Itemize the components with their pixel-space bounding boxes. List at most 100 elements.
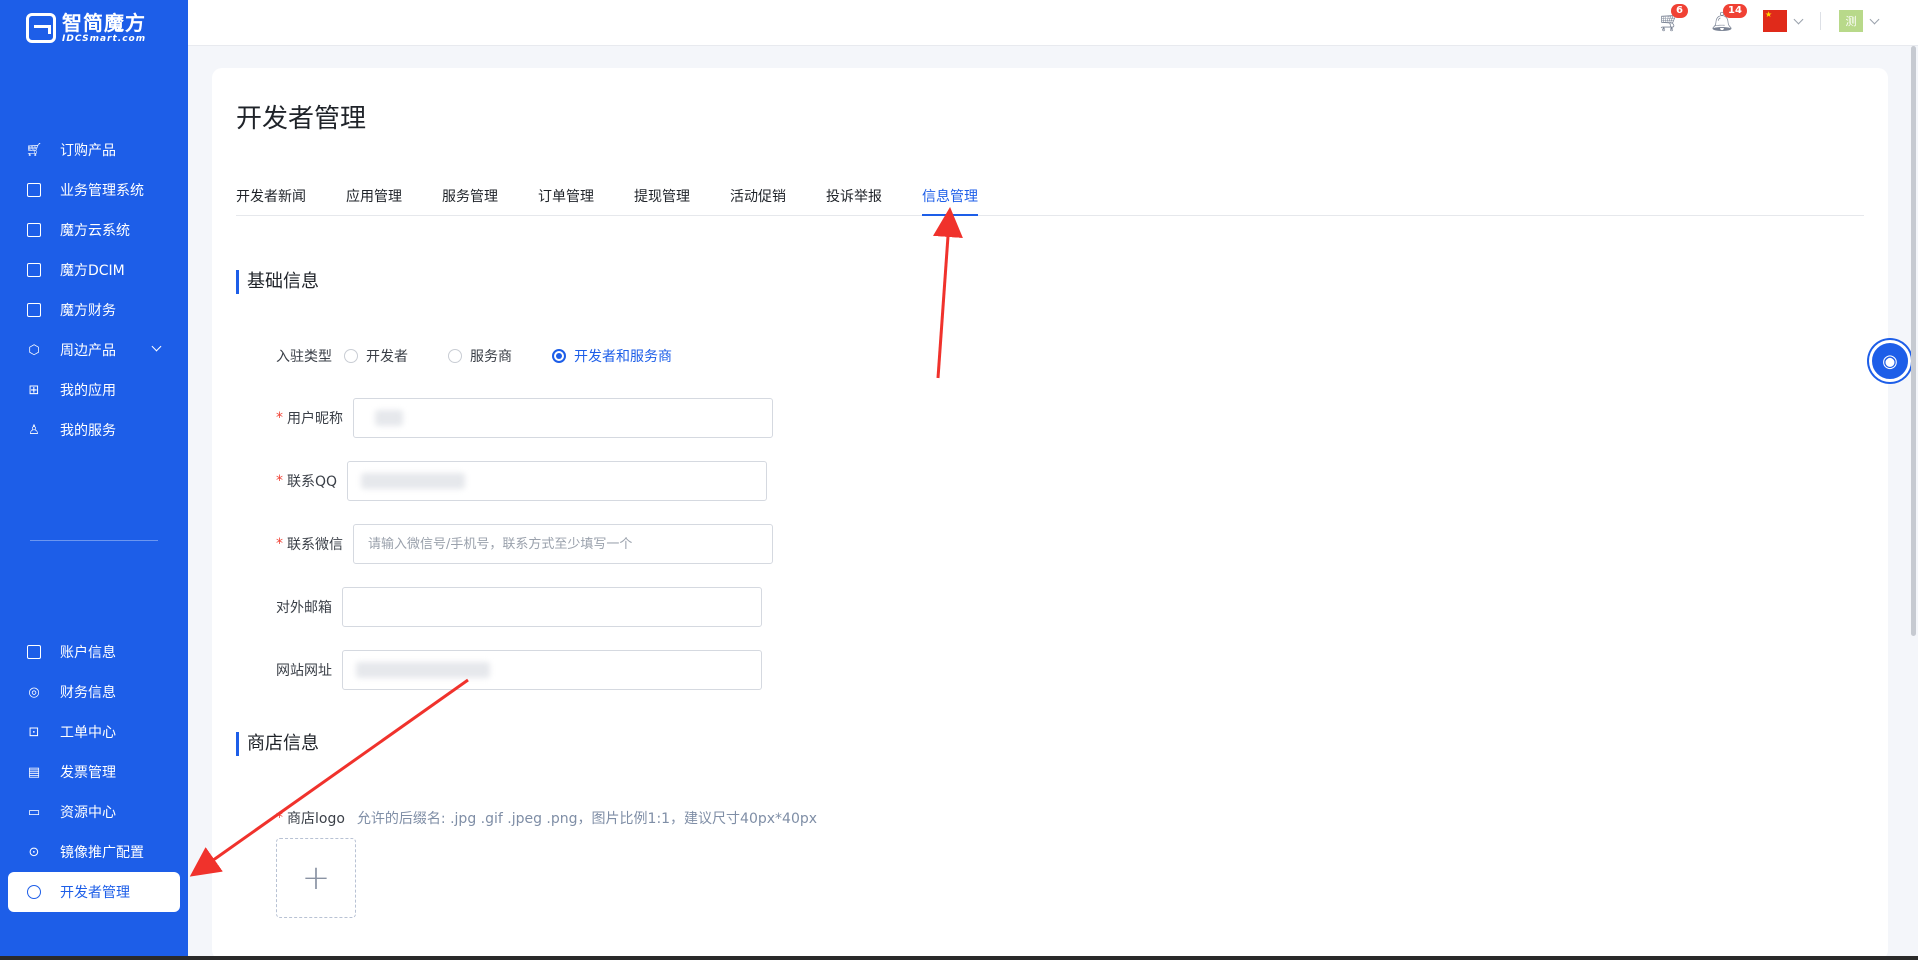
brand-icon <box>26 182 42 198</box>
window-bottom-edge <box>0 956 1918 960</box>
wechat-input[interactable] <box>353 524 773 564</box>
store-logo-row: * 商店logo 允许的后缀名: .jpg .gif .jpeg .png，图片… <box>276 808 817 828</box>
tab-service-management[interactable]: 服务管理 <box>442 186 498 216</box>
brand-icon <box>26 222 42 238</box>
nickname-input[interactable] <box>353 398 773 438</box>
sidebar-item-my-apps[interactable]: ⊞ 我的应用 <box>0 370 188 410</box>
page-title: 开发者管理 <box>236 104 367 134</box>
sidebar-item-cloud-system[interactable]: 魔方云系统 <box>0 210 188 250</box>
sidebar-nav-main: 🛒︎ 订购产品 业务管理系统 魔方云系统 魔方DCIM 魔方财务 ⬡ 周边产品 … <box>0 130 188 450</box>
sidebar-item-developer-management[interactable]: 开发者管理 <box>8 872 180 912</box>
type-label: 入驻类型 <box>276 349 332 365</box>
sidebar-item-label: 财务信息 <box>60 685 116 701</box>
email-row: 对外邮箱 <box>276 587 762 627</box>
invoice-icon: ▤ <box>27 764 41 780</box>
radio-developer-and-provider[interactable]: 开发者和服务商 <box>552 346 672 366</box>
assistant-robot-button[interactable]: ◉ <box>1869 340 1911 382</box>
cart-button[interactable]: 🛒︎ 6 <box>1658 4 1688 33</box>
sidebar-item-account-info[interactable]: 账户信息 <box>0 632 188 672</box>
sidebar-item-label: 订购产品 <box>60 143 116 159</box>
brand-icon <box>26 262 42 278</box>
type-row: 入驻类型 开发者 服务商 开发者和服务商 <box>276 346 700 366</box>
required-mark: * <box>276 473 283 489</box>
topbar-divider <box>1820 12 1821 30</box>
sidebar-item-invoice[interactable]: ▤ 发票管理 <box>0 752 188 792</box>
sidebar-item-label: 工单中心 <box>60 725 116 741</box>
sidebar-item-peripheral-products[interactable]: ⬡ 周边产品 <box>0 330 188 370</box>
page-scrollbar[interactable] <box>1911 46 1916 636</box>
wechat-label: 联系微信 <box>287 537 343 553</box>
radio-service-provider[interactable]: 服务商 <box>448 346 512 366</box>
tab-withdrawal-management[interactable]: 提现管理 <box>634 186 690 216</box>
sidebar-item-order-products[interactable]: 🛒︎ 订购产品 <box>0 130 188 170</box>
sidebar-item-finance-system[interactable]: 魔方财务 <box>0 290 188 330</box>
required-mark: * <box>276 410 283 426</box>
sidebar-item-label: 周边产品 <box>60 343 116 359</box>
sidebar-item-mirror-promo[interactable]: ⊙ 镜像推广配置 <box>0 832 188 872</box>
language-flag-icon[interactable] <box>1763 10 1787 32</box>
redacted-value <box>356 662 490 678</box>
plus-icon: + <box>301 858 331 898</box>
wechat-row: * 联系微信 <box>276 524 773 564</box>
notification-badge: 14 <box>1723 4 1747 18</box>
developer-icon <box>26 884 42 900</box>
cube-icon: ⬡ <box>28 342 40 358</box>
radio-circle <box>344 349 358 363</box>
notification-button[interactable]: 🔔︎ 14 <box>1710 4 1747 33</box>
redacted-value <box>361 473 466 489</box>
sidebar-item-label: 魔方财务 <box>60 303 116 319</box>
nickname-row: * 用户昵称 <box>276 398 773 438</box>
nickname-label: 用户昵称 <box>287 411 343 427</box>
folder-icon: ▭ <box>27 804 41 820</box>
sidebar-divider <box>30 540 158 541</box>
redacted-value <box>375 410 403 426</box>
sidebar-item-label: 业务管理系统 <box>60 183 144 199</box>
qq-row: * 联系QQ <box>276 461 768 501</box>
sidebar-item-finance-info[interactable]: ◎ 财务信息 <box>0 672 188 712</box>
radio-developer[interactable]: 开发者 <box>344 346 408 366</box>
main-card: 开发者管理 开发者新闻 应用管理 服务管理 订单管理 提现管理 活动促销 投诉举… <box>212 68 1888 960</box>
required-mark: * <box>276 536 283 552</box>
email-input[interactable] <box>342 587 762 627</box>
robot-icon: ◉ <box>1882 350 1898 372</box>
sidebar: 智简魔方 IDCSmart.com 🛒︎ 订购产品 业务管理系统 魔方云系统 魔… <box>0 0 188 960</box>
radio-circle <box>448 349 462 363</box>
chevron-down-icon[interactable] <box>1793 14 1804 24</box>
sidebar-item-my-services[interactable]: ♙ 我的服务 <box>0 410 188 450</box>
logo-icon <box>26 13 56 43</box>
sidebar-item-ticket-center[interactable]: ⊡ 工单中心 <box>0 712 188 752</box>
required-mark: * <box>276 810 283 826</box>
brand-logo[interactable]: 智简魔方 IDCSmart.com <box>26 12 146 44</box>
sidebar-item-label: 资源中心 <box>60 805 116 821</box>
account-icon <box>26 644 42 660</box>
logo-upload-button[interactable]: + <box>276 838 356 918</box>
radio-circle <box>552 349 566 363</box>
chevron-down-icon[interactable] <box>1869 14 1880 24</box>
sidebar-item-label: 发票管理 <box>60 765 116 781</box>
tab-developer-news[interactable]: 开发者新闻 <box>236 186 306 216</box>
sidebar-item-business-system[interactable]: 业务管理系统 <box>0 170 188 210</box>
chevron-down-icon <box>151 341 162 352</box>
email-label: 对外邮箱 <box>276 600 332 616</box>
avatar[interactable]: 测 <box>1839 10 1863 32</box>
apps-icon: ⊞ <box>28 382 40 398</box>
cart-icon: 🛒︎ <box>25 142 43 158</box>
sidebar-item-label: 魔方云系统 <box>60 223 130 239</box>
sidebar-item-resource-center[interactable]: ▭ 资源中心 <box>0 792 188 832</box>
tab-order-management[interactable]: 订单管理 <box>538 186 594 216</box>
sidebar-item-label: 镜像推广配置 <box>60 845 144 861</box>
tab-app-management[interactable]: 应用管理 <box>346 186 402 216</box>
sidebar-item-label: 我的服务 <box>60 423 116 439</box>
sidebar-item-label: 账户信息 <box>60 645 116 661</box>
cart-badge: 6 <box>1671 4 1688 18</box>
sidebar-item-dcim[interactable]: 魔方DCIM <box>0 250 188 290</box>
section-title-store: 商店信息 <box>236 732 319 756</box>
tab-promotions[interactable]: 活动促销 <box>730 186 786 216</box>
sidebar-item-label: 魔方DCIM <box>60 263 125 279</box>
qq-label: 联系QQ <box>287 474 338 490</box>
brand-domain: IDCSmart.com <box>62 34 147 44</box>
tab-complaints[interactable]: 投诉举报 <box>826 186 882 216</box>
sidebar-item-label: 我的应用 <box>60 383 116 399</box>
brand-name: 智简魔方 <box>62 11 146 35</box>
tab-info-management[interactable]: 信息管理 <box>922 186 978 216</box>
